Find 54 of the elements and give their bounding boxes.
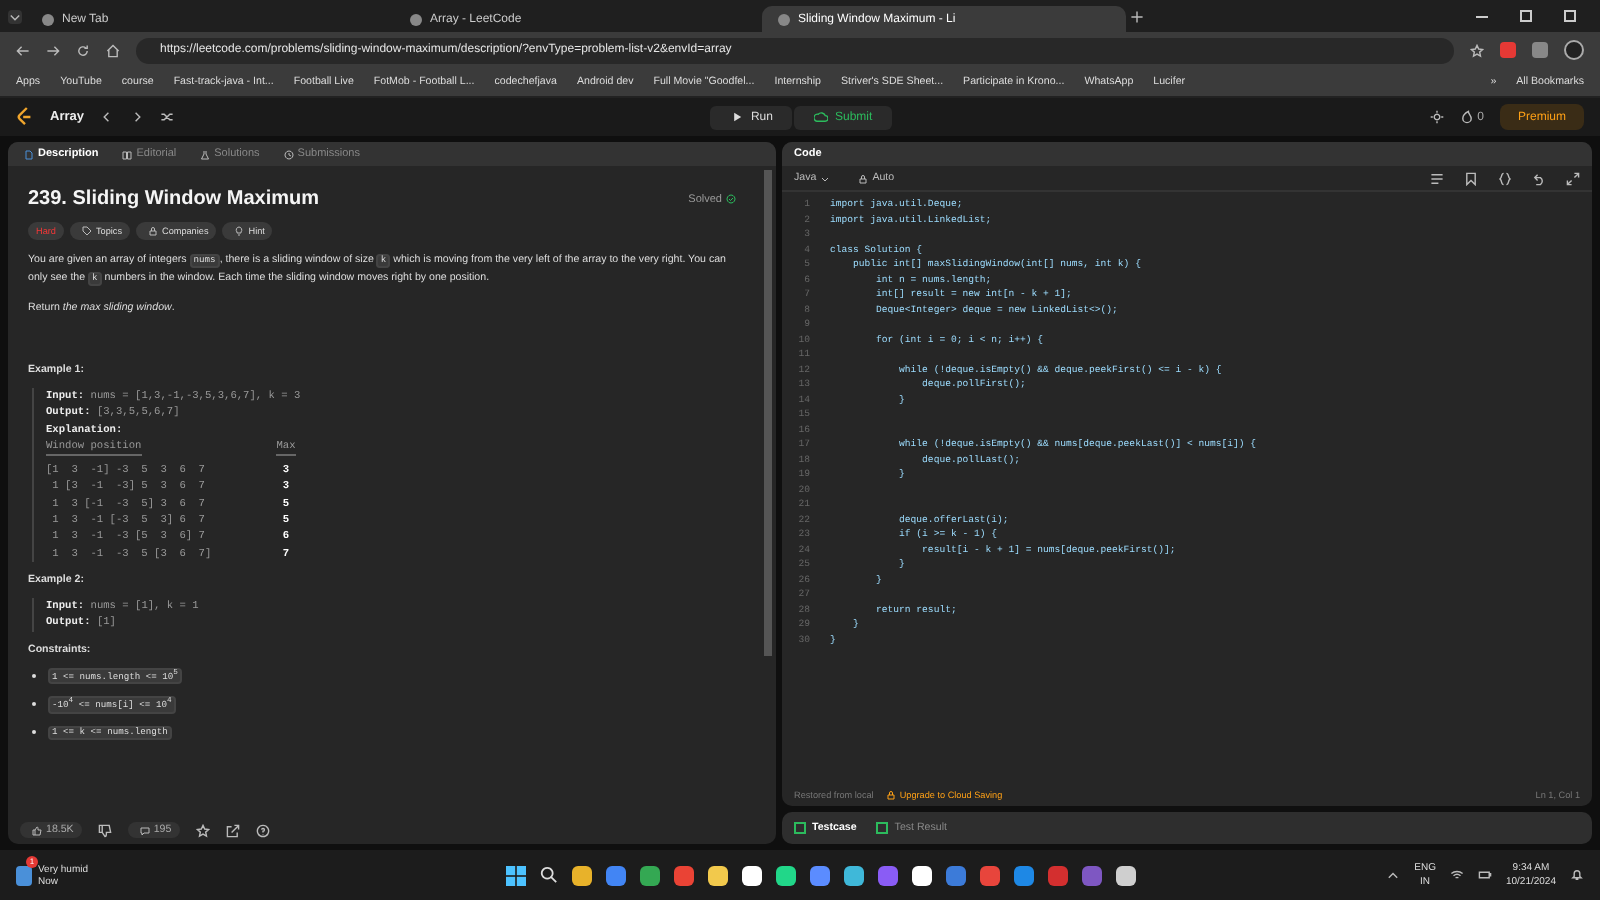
chevron-up-icon[interactable] (1386, 868, 1401, 882)
clock-icon (283, 149, 294, 159)
app-icon[interactable] (844, 865, 865, 885)
settings-icon[interactable] (1429, 110, 1444, 124)
play-icon (730, 110, 745, 124)
app-icon[interactable] (776, 865, 797, 885)
app-icon[interactable] (572, 865, 593, 885)
logo-icon[interactable] (16, 106, 34, 128)
book-icon (122, 149, 133, 159)
new-tab-icon[interactable] (1130, 9, 1144, 23)
lock-icon (885, 789, 896, 799)
reload-icon[interactable] (76, 43, 90, 57)
scrollbar[interactable] (764, 170, 772, 656)
tag-icon (81, 226, 92, 236)
wifi-icon[interactable] (1449, 868, 1464, 882)
avatar-icon[interactable] (1564, 40, 1584, 60)
lock-icon (858, 173, 869, 183)
home-icon[interactable] (106, 43, 120, 57)
document-icon (24, 149, 34, 159)
tab-search-icon[interactable] (8, 9, 22, 23)
previous-icon[interactable] (99, 110, 114, 124)
windows-logo-icon[interactable] (506, 865, 527, 885)
flask-icon (200, 149, 211, 159)
app-icon[interactable] (912, 865, 933, 885)
thumbs-up-icon (32, 825, 42, 835)
next-icon[interactable] (129, 110, 144, 124)
cloud-icon (814, 110, 829, 124)
shuffle-icon[interactable] (159, 110, 174, 124)
app-icon[interactable] (640, 865, 661, 885)
help-icon[interactable] (255, 823, 270, 837)
lightbulb-icon (234, 226, 245, 236)
weather-icon[interactable] (16, 865, 32, 885)
dislike-icon[interactable] (97, 823, 112, 837)
reset-icon[interactable] (1532, 171, 1546, 185)
bookmark-icon[interactable] (1464, 171, 1478, 185)
app-icon[interactable] (742, 865, 763, 885)
braces-icon[interactable] (1498, 171, 1512, 185)
bell-icon[interactable] (1570, 868, 1584, 882)
app-icon[interactable] (1116, 865, 1137, 885)
lock-icon (148, 226, 158, 236)
share-icon[interactable] (225, 823, 240, 837)
problem-title: 239. Sliding Window Maximum (28, 188, 319, 210)
back-icon[interactable] (16, 43, 30, 57)
star-icon[interactable] (1470, 43, 1484, 57)
flame-icon (1459, 110, 1474, 124)
comment-icon (139, 825, 150, 835)
star-icon[interactable] (195, 823, 210, 837)
search-icon[interactable] (540, 866, 559, 884)
format-icon[interactable] (1430, 171, 1444, 185)
forward-icon[interactable] (46, 43, 60, 57)
app-icon[interactable] (708, 865, 729, 885)
battery-icon[interactable] (1477, 868, 1492, 882)
expand-icon[interactable] (1566, 171, 1580, 185)
maximize-icon[interactable] (1520, 10, 1532, 22)
